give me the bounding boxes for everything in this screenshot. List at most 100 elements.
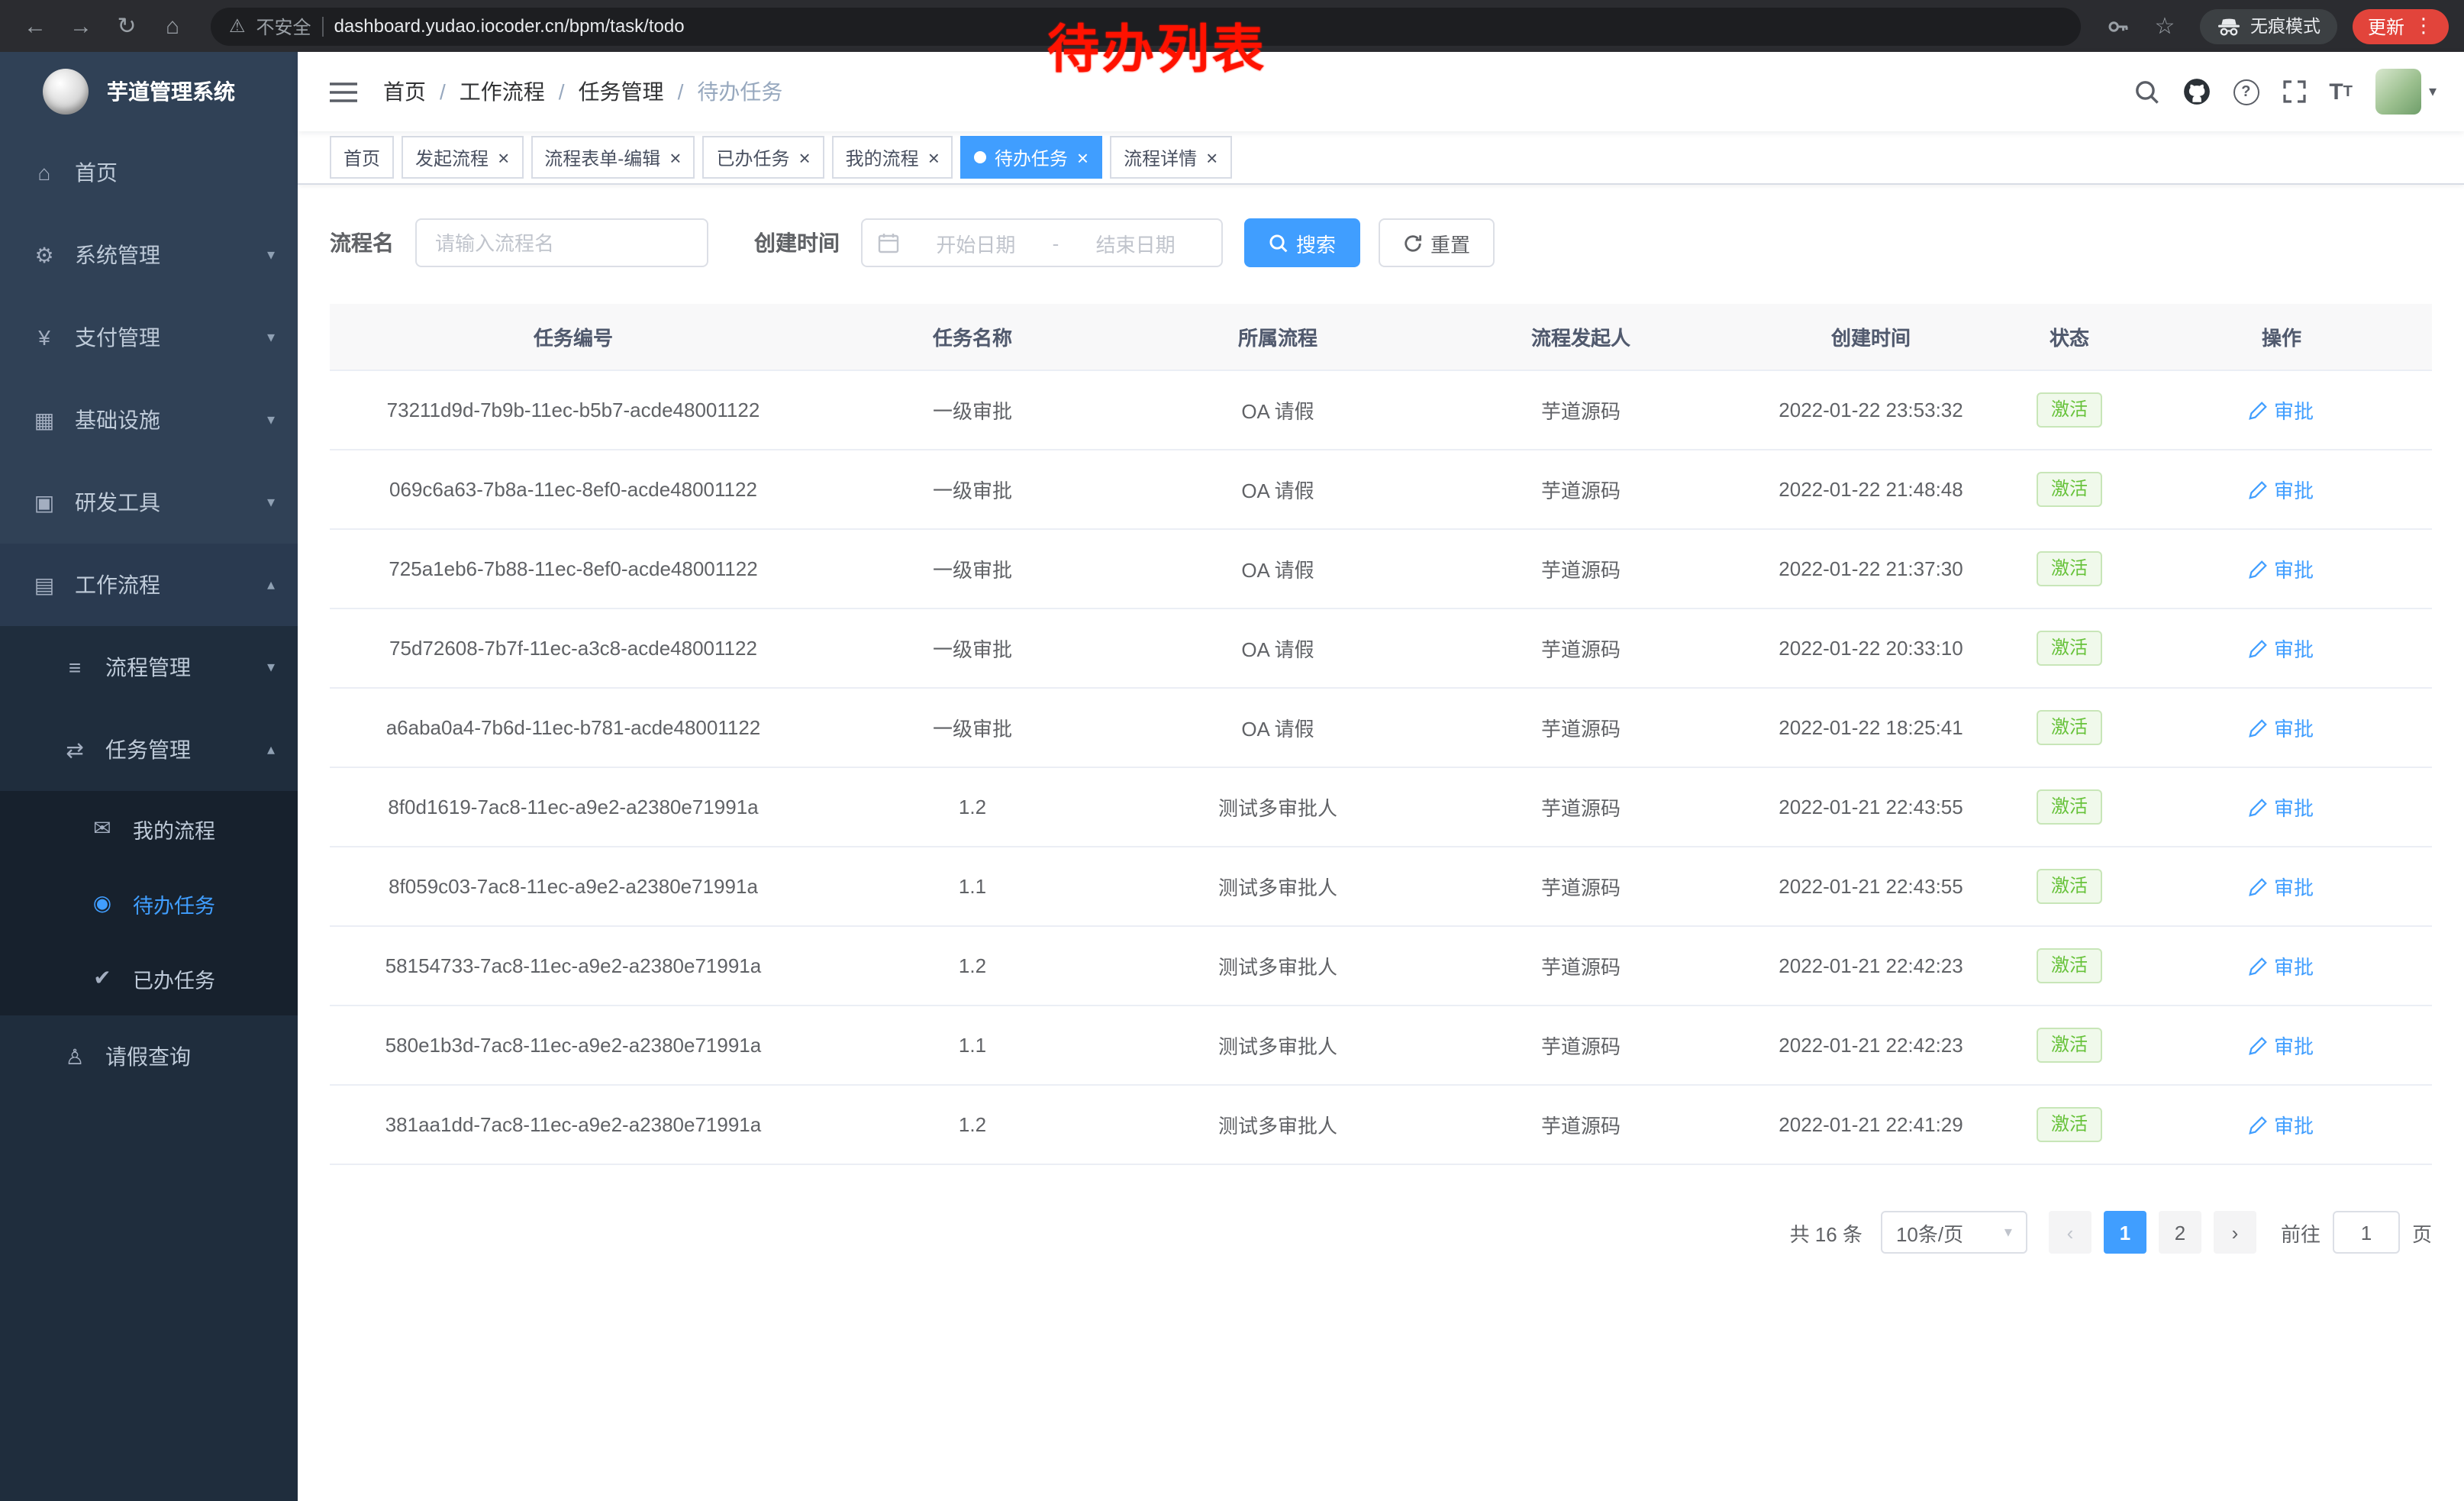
close-icon[interactable]: × (1206, 147, 1217, 167)
address-bar[interactable]: ⚠ 不安全 dashboard.yudao.iocoder.cn/bpm/tas… (211, 7, 2081, 45)
goto-page-input[interactable] (2333, 1211, 2400, 1254)
approve-button[interactable]: 审批 (2250, 395, 2314, 424)
sidebar-item-label: 支付管理 (75, 322, 160, 353)
page-button-2[interactable]: 2 (2159, 1211, 2201, 1254)
approve-button[interactable]: 审批 (2250, 1110, 2314, 1139)
sidebar-item-task-management[interactable]: ⇄任务管理▴ (0, 709, 298, 791)
page-size-select[interactable]: 10条/页 ▾ (1881, 1211, 2027, 1254)
sidebar-item-dev-tools[interactable]: ▣研发工具▾ (0, 461, 298, 544)
gear-icon: ⚙ (31, 242, 58, 268)
font-size-icon[interactable]: TT (2329, 79, 2353, 105)
process-name-input[interactable] (415, 218, 708, 267)
next-page-button[interactable]: › (2214, 1211, 2256, 1254)
approve-button[interactable]: 审批 (2250, 713, 2314, 742)
close-icon[interactable]: × (798, 147, 810, 167)
close-icon[interactable]: × (1077, 147, 1088, 167)
tab-start-process[interactable]: 发起流程× (402, 136, 523, 179)
sidebar-item-done-task[interactable]: ✔已办任务 (0, 941, 298, 1015)
key-icon[interactable] (2099, 6, 2139, 46)
security-label: 不安全 (256, 13, 311, 39)
cell-task-name: 1.2 (817, 926, 1128, 1006)
approve-link-label: 审批 (2274, 475, 2314, 504)
sidebar: 芋道管理系统 ⌂首页⚙系统管理▾¥支付管理▾▦基础设施▾▣研发工具▾▤工作流程▴… (0, 52, 298, 1501)
calendar-icon (878, 232, 899, 253)
briefcase-icon: ▤ (31, 572, 58, 598)
table-row: 069c6a63-7b8a-11ec-8ef0-acde48001122 一级审… (330, 450, 2432, 529)
fullscreen-icon[interactable] (2282, 79, 2306, 104)
sidebar-item-my-process[interactable]: ✉我的流程 (0, 791, 298, 866)
tab-home[interactable]: 首页 (330, 136, 394, 179)
sidebar-item-todo-task[interactable]: ◉待办任务 (0, 866, 298, 941)
status-badge: 激活 (2037, 1107, 2101, 1142)
reset-button[interactable]: 重置 (1379, 218, 1495, 267)
breadcrumb-workflow[interactable]: 工作流程 (460, 76, 545, 107)
approve-button[interactable]: 审批 (2250, 951, 2314, 980)
task-table: 任务编号 任务名称 所属流程 流程发起人 创建时间 状态 操作 73211d9d… (330, 304, 2432, 1165)
main-area: 首页 / 工作流程 / 任务管理 / 待办任务 ? (298, 52, 2464, 1501)
home-icon[interactable]: ⌂ (153, 6, 192, 46)
cell-task-name: 1.1 (817, 847, 1128, 926)
cell-actions: 审批 (2131, 688, 2432, 767)
bookmark-star-icon[interactable]: ☆ (2145, 6, 2185, 46)
approve-button[interactable]: 审批 (2250, 554, 2314, 583)
approve-button[interactable]: 审批 (2250, 634, 2314, 663)
approve-link-label: 审批 (2274, 792, 2314, 822)
sidebar-filler (0, 1098, 298, 1501)
tab-done-task[interactable]: 已办任务× (702, 136, 824, 179)
close-icon[interactable]: × (498, 147, 509, 167)
cell-created: 2022-01-21 22:42:23 (1734, 1006, 2008, 1085)
date-range-picker[interactable]: 开始日期 - 结束日期 (861, 218, 1223, 267)
tab-todo-task[interactable]: 待办任务× (961, 136, 1102, 179)
table-row: 58154733-7ac8-11ec-a9e2-a2380e71991a 1.2… (330, 926, 2432, 1006)
approve-button[interactable]: 审批 (2250, 475, 2314, 504)
cell-actions: 审批 (2131, 767, 2432, 847)
reset-button-label: 重置 (1430, 228, 1470, 257)
forward-icon[interactable]: → (61, 6, 101, 46)
github-icon[interactable] (2182, 78, 2210, 105)
back-icon[interactable]: ← (15, 6, 55, 46)
col-created: 创建时间 (1734, 304, 2008, 370)
update-button[interactable]: 更新 ⋮ (2353, 8, 2449, 44)
tab-my-process[interactable]: 我的流程× (832, 136, 953, 179)
close-icon[interactable]: × (669, 147, 681, 167)
breadcrumb-home[interactable]: 首页 (383, 76, 426, 107)
prev-page-button[interactable]: ‹ (2049, 1211, 2091, 1254)
col-process: 所属流程 (1128, 304, 1427, 370)
status-badge: 激活 (2037, 948, 2101, 983)
sidebar-item-system-management[interactable]: ⚙ 系统管理 ▾ (0, 214, 298, 296)
edit-icon (2250, 639, 2268, 657)
approve-button[interactable]: 审批 (2250, 792, 2314, 822)
page-button-1[interactable]: 1 (2104, 1211, 2146, 1254)
cell-actions: 审批 (2131, 1085, 2432, 1164)
cell-created: 2022-01-22 18:25:41 (1734, 688, 2008, 767)
cell-starter: 芋道源码 (1427, 926, 1734, 1006)
sidebar-item-process-management[interactable]: ≡流程管理▾ (0, 626, 298, 709)
breadcrumb-task-management[interactable]: 任务管理 (579, 76, 664, 107)
sidebar-item-label: 系统管理 (75, 240, 160, 270)
close-icon[interactable]: × (928, 147, 940, 167)
chevron-down-icon: ▾ (267, 247, 275, 263)
reload-icon[interactable]: ↻ (107, 6, 147, 46)
sidebar-toggle-icon[interactable] (330, 80, 357, 103)
tab-label: 流程详情 (1124, 144, 1197, 170)
sidebar-item-workflow[interactable]: ▤工作流程▴ (0, 544, 298, 626)
breadcrumb-separator: / (678, 79, 684, 104)
sidebar-item-payment-management[interactable]: ¥支付管理▾ (0, 296, 298, 379)
tab-label: 首页 (343, 144, 380, 170)
help-icon[interactable]: ? (2233, 79, 2259, 105)
tab-form-edit[interactable]: 流程表单-编辑× (531, 136, 695, 179)
approve-button[interactable]: 审批 (2250, 872, 2314, 901)
sidebar-item-infrastructure[interactable]: ▦基础设施▾ (0, 379, 298, 461)
user-menu[interactable]: ▾ (2375, 69, 2437, 115)
search-icon[interactable] (2133, 79, 2159, 105)
tab-process-detail[interactable]: 流程详情 × (1110, 136, 1231, 179)
logo-avatar (43, 69, 89, 115)
col-actions: 操作 (2131, 304, 2432, 370)
status-badge: 激活 (2037, 392, 2101, 428)
sidebar-item-home[interactable]: ⌂首页 (0, 131, 298, 214)
cell-task-name: 一级审批 (817, 608, 1128, 688)
menu-dots-icon[interactable]: ⋮ (2414, 14, 2433, 38)
sidebar-item-leave-query[interactable]: ♙请假查询 (0, 1015, 298, 1098)
search-button[interactable]: 搜索 (1244, 218, 1360, 267)
approve-button[interactable]: 审批 (2250, 1031, 2314, 1060)
